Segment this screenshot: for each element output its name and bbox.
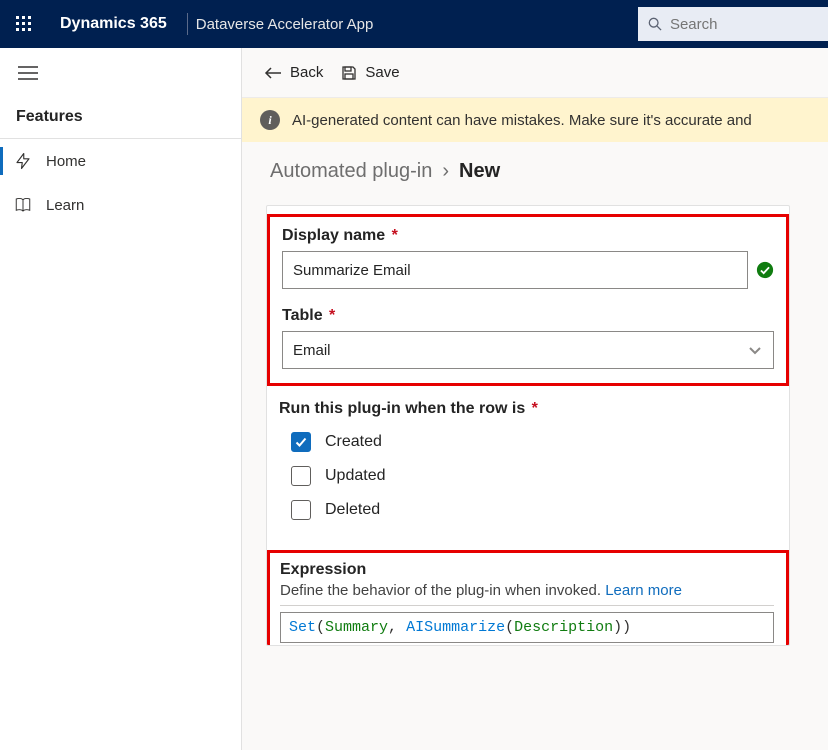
checkbox-label: Updated bbox=[325, 467, 386, 485]
expression-desc: Define the behavior of the plug-in when … bbox=[280, 582, 774, 606]
checkbox-label: Deleted bbox=[325, 501, 380, 519]
ai-warning-banner: i AI-generated content can have mistakes… bbox=[242, 98, 828, 142]
command-bar: Back Save bbox=[242, 48, 828, 98]
book-icon bbox=[14, 196, 32, 214]
search-icon bbox=[648, 16, 662, 32]
form-card: Display name * Table * Email Run this pl… bbox=[266, 205, 790, 646]
sidebar-section-title: Features bbox=[0, 98, 241, 139]
hamburger-icon[interactable] bbox=[18, 66, 38, 80]
save-label: Save bbox=[365, 64, 399, 81]
brand-name: Dynamics 365 bbox=[48, 15, 179, 33]
sidebar-item-label: Learn bbox=[46, 197, 84, 214]
main-content: Back Save i AI-generated content can hav… bbox=[242, 48, 828, 750]
success-check-icon bbox=[756, 261, 774, 279]
checkbox-deleted[interactable] bbox=[291, 500, 311, 520]
checkbox-row-deleted[interactable]: Deleted bbox=[291, 500, 777, 520]
top-nav: Dynamics 365 Dataverse Accelerator App bbox=[0, 0, 828, 48]
sidebar-item-label: Home bbox=[46, 153, 86, 170]
save-button[interactable]: Save bbox=[341, 64, 399, 81]
banner-text: AI-generated content can have mistakes. … bbox=[292, 112, 752, 129]
table-label: Table * bbox=[282, 307, 774, 325]
highlight-box-name-table: Display name * Table * Email bbox=[267, 214, 789, 386]
sidebar-item-home[interactable]: Home bbox=[0, 139, 241, 183]
highlight-box-expression: Expression Define the behavior of the pl… bbox=[267, 550, 789, 645]
divider bbox=[187, 13, 188, 35]
table-select[interactable]: Email bbox=[282, 331, 774, 369]
checkbox-row-updated[interactable]: Updated bbox=[291, 466, 777, 486]
sidebar: Features Home Learn bbox=[0, 48, 242, 750]
arrow-left-icon bbox=[264, 66, 282, 80]
run-label: Run this plug-in when the row is * bbox=[279, 400, 777, 418]
app-launcher-icon[interactable] bbox=[0, 0, 48, 48]
lightning-icon bbox=[14, 152, 32, 170]
search-box[interactable] bbox=[638, 7, 828, 41]
display-name-input[interactable] bbox=[282, 251, 748, 289]
learn-more-link[interactable]: Learn more bbox=[605, 582, 682, 599]
back-button[interactable]: Back bbox=[264, 64, 323, 81]
breadcrumb-parent[interactable]: Automated plug-in bbox=[270, 160, 432, 183]
checkbox-created[interactable] bbox=[291, 432, 311, 452]
chevron-down-icon bbox=[747, 342, 763, 358]
save-icon bbox=[341, 65, 357, 81]
expression-title: Expression bbox=[280, 561, 774, 579]
breadcrumb-current: New bbox=[459, 160, 500, 183]
checkbox-updated[interactable] bbox=[291, 466, 311, 486]
breadcrumb: Automated plug-in › New bbox=[266, 160, 828, 183]
sidebar-item-learn[interactable]: Learn bbox=[0, 183, 241, 227]
app-name: Dataverse Accelerator App bbox=[196, 16, 374, 33]
table-selected-value: Email bbox=[293, 342, 331, 359]
display-name-label: Display name * bbox=[282, 227, 774, 245]
expression-input[interactable]: Set(Summary, AISummarize(Description)) bbox=[280, 612, 774, 643]
search-input[interactable] bbox=[670, 16, 818, 33]
info-icon: i bbox=[260, 110, 280, 130]
checkbox-label: Created bbox=[325, 433, 382, 451]
back-label: Back bbox=[290, 64, 323, 81]
chevron-right-icon: › bbox=[442, 160, 449, 183]
checkbox-row-created[interactable]: Created bbox=[291, 432, 777, 452]
